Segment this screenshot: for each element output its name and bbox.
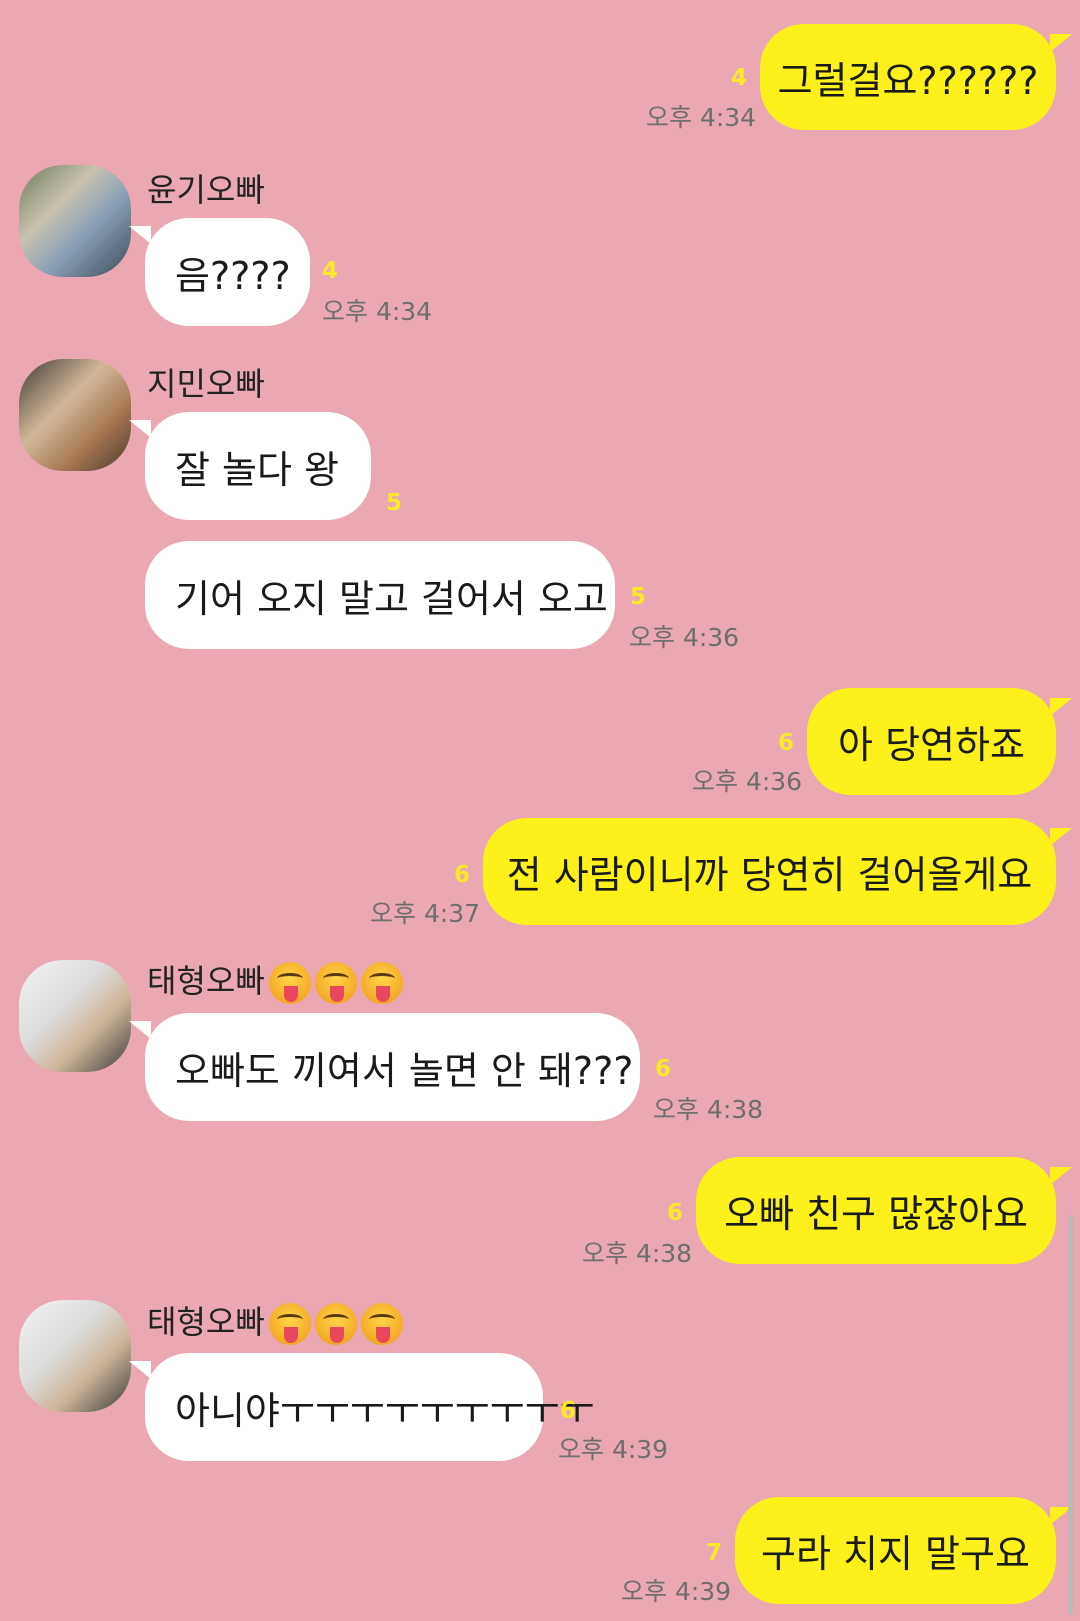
message-time: 오후 4:39 xyxy=(621,1577,732,1606)
their-message-bubble[interactable]: 아니야ㅜㅜㅜㅜㅜㅜㅜㅜㅜ xyxy=(145,1353,595,1461)
squinting-tongue-face-emoji-icon xyxy=(314,1303,357,1345)
my-message-bubble[interactable]: 전 사람이니까 당연히 걸어올게요 xyxy=(483,818,1056,925)
unread-count: 4 xyxy=(322,258,339,284)
message-time: 오후 4:34 xyxy=(646,103,757,132)
message-text: 잘 놀다 왕 xyxy=(175,447,339,492)
sender-name-text: 태형오빠 xyxy=(147,1303,265,1341)
bubble-tail xyxy=(129,1361,151,1379)
message-time: 오후 4:37 xyxy=(370,899,481,928)
squinting-tongue-face-emoji-icon xyxy=(360,1303,403,1345)
message-text: 그럴걸요?????? xyxy=(777,58,1039,103)
unread-count: 6 xyxy=(667,1200,684,1226)
message-time: 오후 4:34 xyxy=(322,297,433,326)
message-text: 전 사람이니까 당연히 걸어올게요 xyxy=(506,853,1033,897)
unread-count: 7 xyxy=(706,1540,723,1566)
sender-name-text: 태형오빠 xyxy=(147,962,265,1000)
my-message-bubble[interactable]: 구라 치지 말구요 xyxy=(735,1497,1056,1604)
their-message-bubble[interactable]: 잘 놀다 왕 xyxy=(145,412,371,520)
message-text: 아 당연하죠 xyxy=(838,723,1025,767)
unread-count: 6 xyxy=(454,862,471,888)
squinting-tongue-face-emoji-icon xyxy=(268,1303,311,1345)
sender-name: 지민오빠 xyxy=(147,365,265,403)
bubble-tail xyxy=(129,1021,151,1039)
scrollbar[interactable] xyxy=(1068,1215,1073,1615)
their-message-bubble[interactable]: 음???? xyxy=(145,218,310,326)
message-time: 오후 4:36 xyxy=(629,623,740,652)
bubble-tail xyxy=(129,420,151,438)
message-text: 음???? xyxy=(175,253,291,298)
unread-count: 4 xyxy=(731,65,748,91)
avatar-taehyung[interactable] xyxy=(19,1300,131,1412)
message-time: 오후 4:38 xyxy=(582,1239,693,1268)
my-message-bubble[interactable]: 그럴걸요?????? xyxy=(760,24,1056,130)
their-message-bubble[interactable]: 기어 오지 말고 걸어서 오고 xyxy=(145,541,615,649)
sender-name: 윤기오빠 xyxy=(147,171,265,209)
unread-count: 6 xyxy=(655,1056,672,1082)
message-time: 오후 4:38 xyxy=(653,1095,764,1124)
avatar-taehyung[interactable] xyxy=(19,960,131,1072)
unread-count: 6 xyxy=(778,730,795,756)
unread-count: 5 xyxy=(630,584,647,610)
unread-count: 5 xyxy=(386,490,403,516)
message-time: 오후 4:39 xyxy=(558,1435,669,1464)
bubble-tail xyxy=(129,226,151,244)
bubble-tail xyxy=(1050,1167,1072,1185)
sender-name: 태형오빠 xyxy=(147,1297,403,1345)
message-text: 오빠 친구 많잖아요 xyxy=(724,1192,1028,1236)
message-text: 구라 치지 말구요 xyxy=(761,1532,1030,1576)
avatar-yoongi[interactable] xyxy=(19,165,131,277)
message-text: 오빠도 끼여서 놀면 안 돼??? xyxy=(175,1048,634,1093)
their-message-bubble[interactable]: 오빠도 끼여서 놀면 안 돼??? xyxy=(145,1013,640,1121)
unread-count: 6 xyxy=(560,1398,577,1424)
my-message-bubble[interactable]: 오빠 친구 많잖아요 xyxy=(696,1157,1056,1264)
avatar-jimin[interactable] xyxy=(19,359,131,471)
message-text: 아니야ㅜㅜㅜㅜㅜㅜㅜㅜㅜ xyxy=(175,1388,595,1433)
squinting-tongue-face-emoji-icon xyxy=(268,962,311,1004)
my-message-bubble[interactable]: 아 당연하죠 xyxy=(807,688,1056,795)
squinting-tongue-face-emoji-icon xyxy=(360,962,403,1004)
sender-name: 태형오빠 xyxy=(147,956,403,1004)
message-text: 기어 오지 말고 걸어서 오고 xyxy=(175,576,608,621)
bubble-tail xyxy=(1050,34,1072,52)
bubble-tail xyxy=(1050,698,1072,716)
bubble-tail xyxy=(1050,828,1072,846)
squinting-tongue-face-emoji-icon xyxy=(314,962,357,1004)
message-time: 오후 4:36 xyxy=(692,767,803,796)
